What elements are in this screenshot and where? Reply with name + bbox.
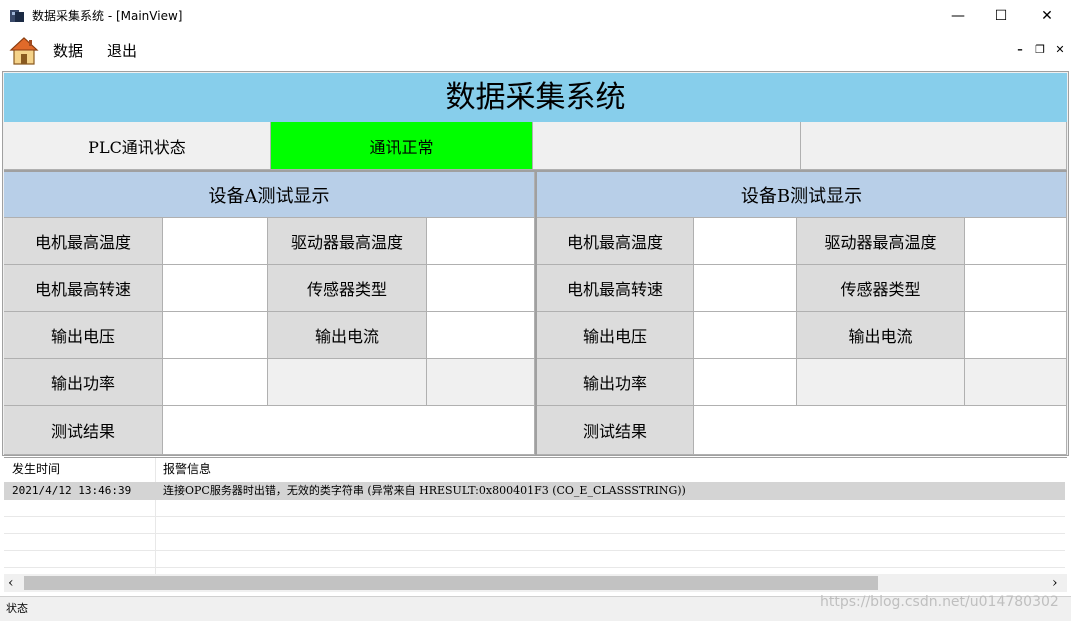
device-a-driver-max-temp-label: 驱动器最高温度: [268, 218, 427, 265]
device-a-output-voltage-label: 输出电压: [4, 312, 163, 359]
device-b-output-power-label: 输出功率: [537, 359, 694, 406]
device-a-title: 设备A测试显示: [4, 172, 535, 218]
plc-status-label: PLC通讯状态: [4, 122, 271, 170]
device-b-output-voltage-label: 输出电压: [537, 312, 694, 359]
scroll-thumb[interactable]: [24, 576, 878, 590]
row-divider: [4, 516, 1065, 517]
alarm-info-cell: 连接OPC服务器时出错，无效的类字符串 (异常来自 HRESULT:0x8004…: [163, 484, 686, 497]
home-icon[interactable]: [9, 36, 39, 66]
device-b-motor-max-speed-label: 电机最高转速: [537, 265, 694, 312]
device-b-output-power-value: [694, 359, 797, 406]
device-b-test-result-value: [694, 406, 1067, 455]
device-a-output-voltage-value: [163, 312, 268, 359]
minimize-button[interactable]: —: [935, 0, 981, 32]
device-a-motor-max-speed-label: 电机最高转速: [4, 265, 163, 312]
device-b-motor-max-speed-value: [694, 265, 797, 312]
mdi-restore-button[interactable]: ❐: [1031, 40, 1049, 60]
alarm-time-cell: 2021/4/12 13:46:39: [12, 484, 132, 497]
device-a-sensor-type-label: 传感器类型: [268, 265, 427, 312]
column-header-time[interactable]: 发生时间: [12, 458, 60, 480]
device-a-output-power-value: [163, 359, 268, 406]
menu-data[interactable]: 数据: [53, 32, 83, 70]
device-a-empty-cell: [268, 359, 427, 406]
device-b-motor-max-temp-value: [694, 218, 797, 265]
menu-bar: [0, 32, 1071, 70]
maximize-button[interactable]: ☐: [978, 0, 1024, 32]
window-title: 数据采集系统 - [MainView]: [32, 9, 183, 23]
device-a-driver-max-temp-value: [427, 218, 535, 265]
status-empty-cell: [801, 122, 1067, 170]
device-a-output-power-label: 输出功率: [4, 359, 163, 406]
row-divider: [4, 533, 1065, 534]
device-b-output-voltage-value: [694, 312, 797, 359]
row-divider: [4, 550, 1065, 551]
device-a-sensor-type-value: [427, 265, 535, 312]
scroll-left-icon[interactable]: ‹: [8, 572, 14, 594]
device-b-sensor-type-label: 传感器类型: [797, 265, 965, 312]
device-b-sensor-type-value: [965, 265, 1067, 312]
device-b-driver-max-temp-label: 驱动器最高温度: [797, 218, 965, 265]
status-empty-cell: [533, 122, 801, 170]
device-b-empty-cell: [797, 359, 965, 406]
device-b-output-current-value: [965, 312, 1067, 359]
device-a-output-current-value: [427, 312, 535, 359]
column-header-info[interactable]: 报警信息: [163, 458, 211, 480]
row-divider: [4, 567, 1065, 568]
close-button[interactable]: ✕: [1024, 0, 1070, 32]
device-b-motor-max-temp-label: 电机最高温度: [537, 218, 694, 265]
device-b-title: 设备B测试显示: [537, 172, 1067, 218]
device-b-output-current-label: 输出电流: [797, 312, 965, 359]
device-b-driver-max-temp-value: [965, 218, 1067, 265]
menu-exit[interactable]: 退出: [107, 32, 137, 70]
device-b-empty-cell: [965, 359, 1067, 406]
device-b-test-result-label: 测试结果: [537, 406, 694, 455]
device-a-motor-max-speed-value: [163, 265, 268, 312]
device-a-motor-max-temp-label: 电机最高温度: [4, 218, 163, 265]
plc-status-value: 通讯正常: [271, 122, 533, 170]
device-a-test-result-label: 测试结果: [4, 406, 163, 455]
device-a-test-result-value: [163, 406, 535, 455]
watermark: https://blog.csdn.net/u014780302: [820, 594, 1059, 610]
status-text: 状态: [6, 602, 28, 615]
device-a-motor-max-temp-value: [163, 218, 268, 265]
scroll-right-icon[interactable]: ›: [1052, 572, 1058, 594]
device-a-output-current-label: 输出电流: [268, 312, 427, 359]
mdi-close-button[interactable]: ✕: [1051, 40, 1069, 60]
page-title: 数据采集系统: [4, 73, 1067, 122]
app-icon: [10, 10, 24, 22]
mdi-minimize-button[interactable]: –: [1011, 40, 1029, 60]
device-a-empty-cell: [427, 359, 535, 406]
